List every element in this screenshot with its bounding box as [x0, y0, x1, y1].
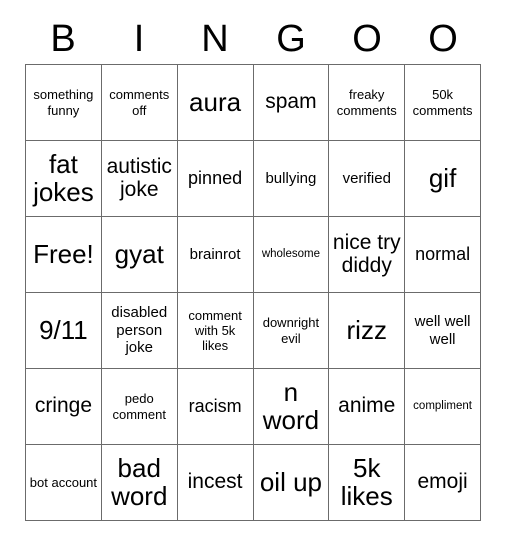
bingo-cell[interactable]: bad word [101, 445, 178, 521]
bingo-cell[interactable]: comments off [101, 65, 178, 141]
bingo-cell-label: 9/11 [39, 314, 88, 345]
bingo-cell[interactable]: verified [329, 141, 406, 217]
bingo-cell-label: freaky comments [336, 87, 397, 118]
bingo-cell[interactable]: 9/11 [26, 293, 102, 369]
bingo-cell[interactable]: comment with 5k likes [177, 293, 254, 369]
bingo-cell-label: cringe [34, 394, 93, 418]
bingo-cell-label: Free! [33, 238, 94, 269]
bingo-cell[interactable]: incest [177, 445, 254, 521]
bingo-cell-label: autistic joke [106, 154, 172, 201]
bingo-cell-label: rizz [346, 314, 387, 345]
header-letter-6: O [428, 18, 458, 60]
bingo-cell[interactable]: racism [177, 369, 254, 445]
bingo-cell-label: 5k likes [340, 453, 393, 511]
bingo-cell[interactable]: nice try diddy [329, 217, 406, 293]
bingo-cell[interactable]: anime [329, 369, 406, 445]
bingo-card: B I N G O O something funny comments off… [0, 0, 506, 544]
bingo-cell-label: n word [262, 377, 320, 435]
bingo-grid: something funny comments off aura spam f… [25, 64, 481, 521]
bingo-cell[interactable]: brainrot [177, 217, 254, 293]
bingo-cell[interactable]: well well well [405, 293, 481, 369]
bingo-cell-label: aura [189, 86, 242, 117]
bingo-cell-label: normal [415, 244, 471, 265]
bingo-cell[interactable]: gyat [101, 217, 178, 293]
bingo-cell-label: pinned [188, 168, 243, 189]
header-letter-5: O [352, 18, 382, 60]
bingo-cell[interactable]: disabled person joke [101, 293, 178, 369]
bingo-cell[interactable]: fat jokes [26, 141, 102, 217]
bingo-cell-label: oil up [259, 466, 322, 497]
bingo-cell[interactable]: rizz [329, 293, 406, 369]
bingo-cell[interactable]: compliment [405, 369, 481, 445]
bingo-cell[interactable]: oil up [253, 445, 330, 521]
bingo-cell-label: spam [265, 90, 317, 114]
bingo-cell-label: well well well [414, 313, 471, 348]
bingo-cell-label: bot account [29, 474, 98, 490]
bingo-cell[interactable]: downright evil [253, 293, 330, 369]
bingo-cell[interactable]: pinned [177, 141, 254, 217]
bingo-cell[interactable]: spam [253, 65, 330, 141]
bingo-cell-label: emoji [417, 470, 468, 494]
header-letter-4: G [276, 18, 306, 60]
bingo-cell-label: bad word [111, 453, 168, 511]
bingo-cell[interactable]: something funny [26, 65, 102, 141]
bingo-cell-label: gyat [114, 238, 164, 269]
bingo-cell-free[interactable]: Free! [26, 217, 102, 293]
bingo-cell[interactable]: emoji [405, 445, 481, 521]
bingo-cell-label: comment with 5k likes [188, 307, 242, 354]
bingo-cell[interactable]: wholesome [253, 217, 330, 293]
bingo-cell-label: disabled person joke [111, 304, 168, 357]
bingo-cell-label: something funny [33, 87, 94, 118]
bingo-header: B I N G O O [25, 14, 481, 64]
bingo-cell-label: racism [188, 396, 242, 417]
bingo-cell-label: gif [428, 162, 457, 193]
bingo-cell-label: bullying [265, 169, 317, 187]
bingo-cell-label: comments off [109, 87, 170, 118]
bingo-cell[interactable]: 5k likes [329, 445, 406, 521]
bingo-cell-label: downright evil [262, 315, 320, 346]
bingo-cell[interactable]: freaky comments [329, 65, 406, 141]
bingo-cell-label: compliment [413, 399, 472, 412]
bingo-cell[interactable]: gif [405, 141, 481, 217]
bingo-cell-label: incest [187, 470, 243, 494]
bingo-cell[interactable]: aura [177, 65, 254, 141]
bingo-cell-label: pedo comment [112, 391, 166, 422]
header-letter-3: N [201, 18, 229, 60]
bingo-cell[interactable]: n word [253, 369, 330, 445]
bingo-cell[interactable]: normal [405, 217, 481, 293]
bingo-cell-label: fat jokes [33, 149, 94, 207]
bingo-cell[interactable]: pedo comment [101, 369, 178, 445]
bingo-cell-label: wholesome [261, 247, 320, 260]
bingo-cell[interactable]: cringe [26, 369, 102, 445]
bingo-cell[interactable]: bot account [26, 445, 102, 521]
header-letter-2: I [133, 18, 145, 60]
bingo-cell-label: verified [342, 169, 391, 187]
bingo-cell[interactable]: bullying [253, 141, 330, 217]
bingo-cell-label: 50k comments [412, 87, 473, 118]
bingo-cell-label: nice try diddy [332, 230, 401, 277]
bingo-cell[interactable]: autistic joke [101, 141, 178, 217]
header-letter-1: B [50, 18, 76, 60]
bingo-cell-label: brainrot [189, 245, 241, 263]
bingo-cell-label: anime [338, 394, 396, 418]
bingo-cell[interactable]: 50k comments [405, 65, 481, 141]
